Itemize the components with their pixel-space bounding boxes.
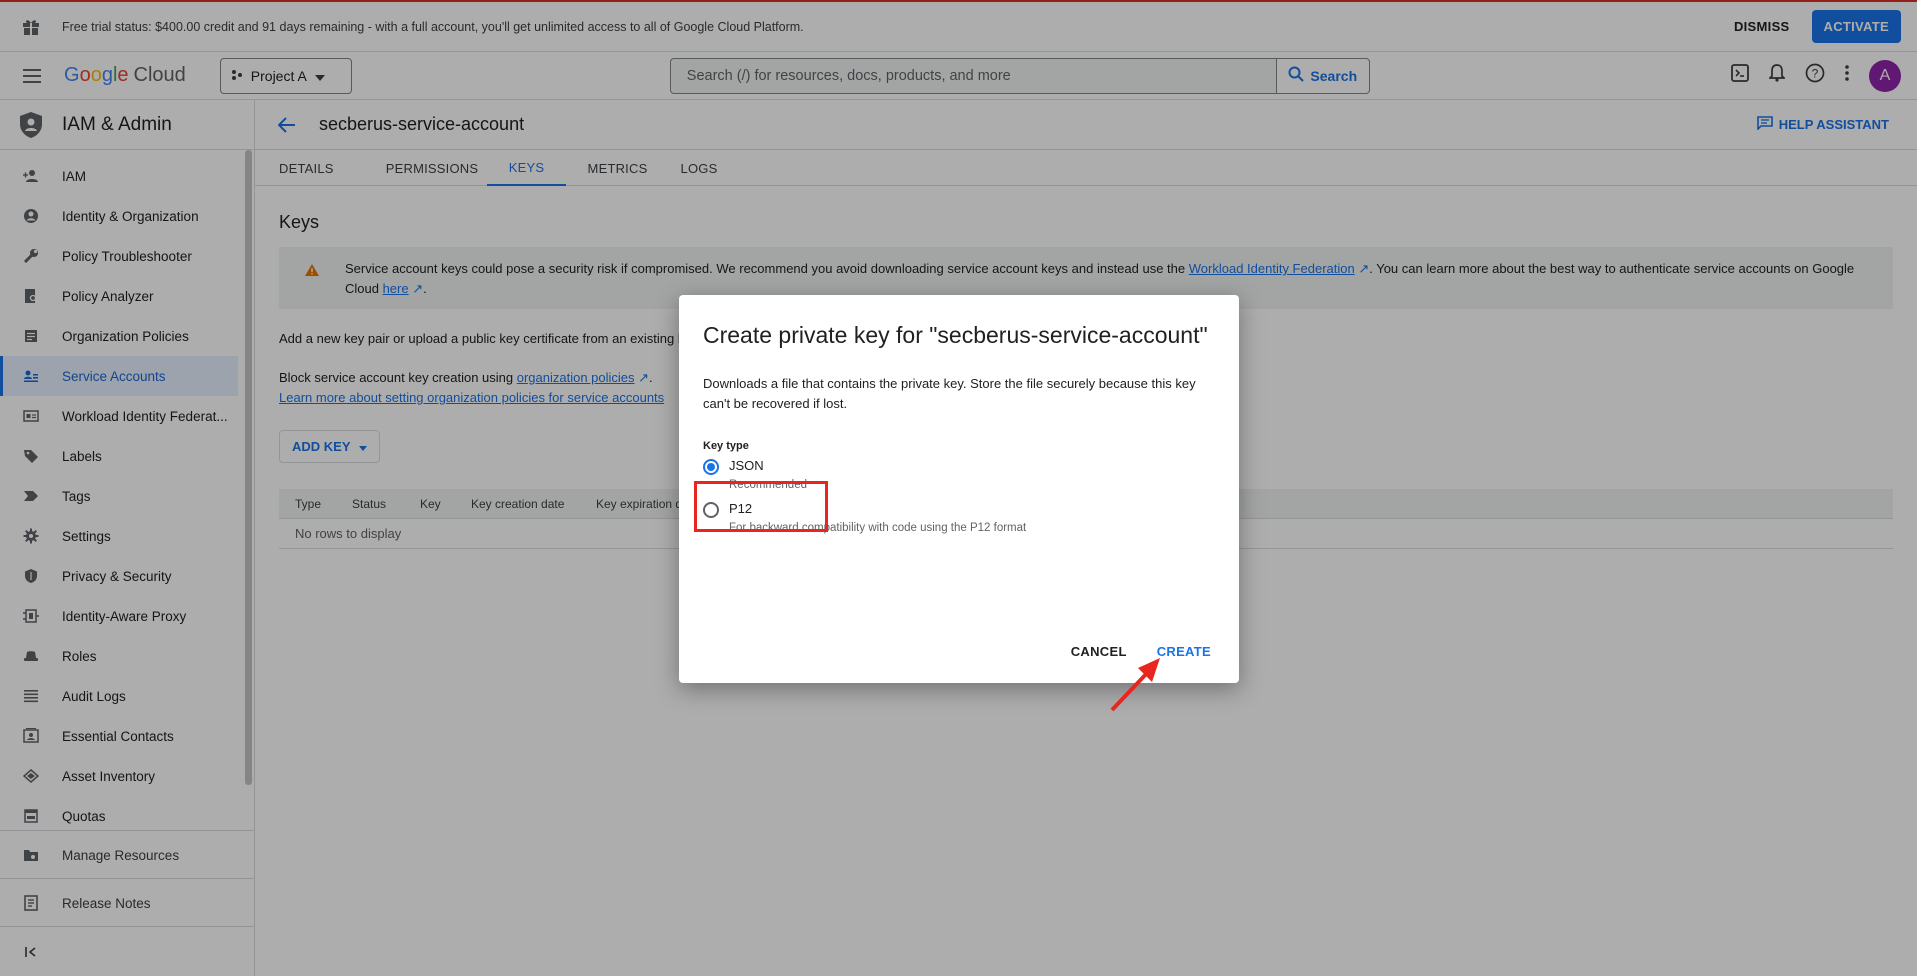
key-type-label: Key type <box>703 440 749 452</box>
json-label: JSON <box>729 458 764 473</box>
json-radio[interactable] <box>703 459 719 475</box>
json-highlight-box <box>694 481 828 532</box>
annotation-arrow-icon <box>1110 658 1160 712</box>
create-private-key-dialog: Create private key for "secberus-service… <box>679 295 1239 683</box>
dialog-description: Downloads a file that contains the priva… <box>703 376 1196 411</box>
dialog-title: Create private key for "secberus-service… <box>703 322 1208 348</box>
